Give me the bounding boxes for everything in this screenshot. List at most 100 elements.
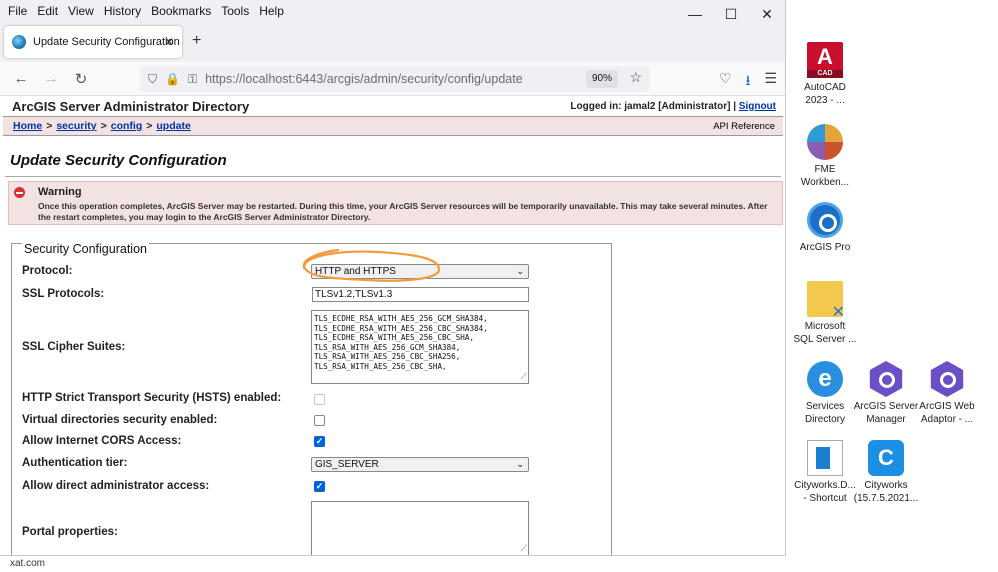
desktop-icon-label: Workben...: [800, 176, 850, 188]
menu-bar: File Edit View History Bookmarks Tools H…: [0, 0, 785, 22]
download-icon[interactable]: ⭳: [746, 70, 751, 94]
ssl-protocols-input[interactable]: TLSv1.2,TLSv1.3: [312, 287, 529, 302]
desktop-icon-label: AutoCAD: [804, 82, 846, 93]
app-menu-icon[interactable]: ☰: [764, 70, 777, 94]
breadcrumb-sep: >: [46, 120, 53, 132]
chevron-down-icon: ⌄: [516, 459, 524, 469]
desktop-icon-label: (15.7.5.2021...: [853, 492, 919, 504]
ssl-protocols-label: SSL Protocols:: [22, 288, 105, 300]
divider: [5, 176, 781, 177]
url-path: :6443/arcgis/admin/security/config/updat…: [291, 72, 523, 86]
warning-title: Warning: [38, 186, 82, 198]
page-title: Update Security Configuration: [10, 152, 227, 169]
page-content: ArcGIS Server Administrator Directory Lo…: [0, 96, 785, 555]
desktop-icon-label: Cityworks: [864, 480, 908, 491]
desktop-icon-cityworks[interactable]: C Cityworks (15.7.5.2021...: [850, 440, 922, 505]
logged-in-text: Logged in: jamal2 [Administrator] |: [570, 100, 736, 112]
site-title: ArcGIS Server Administrator Directory: [12, 98, 250, 114]
desktop-icon-label: SQL Server ...: [793, 333, 857, 345]
new-tab-icon[interactable]: +: [192, 32, 201, 50]
key-icon[interactable]: ⚿: [188, 72, 197, 87]
desktop-icon-fme[interactable]: FME Workben...: [789, 124, 861, 189]
chevron-down-icon: ⌄: [516, 266, 524, 276]
desktop-icon-autocad[interactable]: A CAD AutoCAD 2023 - ...: [789, 42, 861, 107]
desktop-icon-sql-server[interactable]: Microsoft SQL Server ...: [789, 281, 861, 346]
cipher-suites-textarea[interactable]: TLS_ECDHE_RSA_WITH_AES_256_GCM_SHA384, T…: [311, 310, 529, 384]
portal-props-textarea[interactable]: ⟋: [311, 501, 529, 555]
cityworks-shortcut-icon: [807, 440, 843, 476]
site-header: ArcGIS Server Administrator Directory Lo…: [0, 96, 785, 116]
auth-tier-select[interactable]: GIS_SERVER ⌄: [311, 457, 529, 472]
direct-admin-checkbox[interactable]: ✓: [314, 481, 325, 492]
breadcrumb-security[interactable]: security: [56, 120, 96, 132]
protocol-label: Protocol:: [22, 265, 73, 277]
url-scheme-host: https://localhost: [205, 72, 292, 86]
lock-icon[interactable]: 🔒: [165, 72, 180, 86]
forward-icon[interactable]: →: [36, 70, 66, 87]
cors-checkbox[interactable]: ✓: [314, 436, 325, 447]
breadcrumb-config[interactable]: config: [111, 120, 143, 132]
arcgis-pro-icon: [807, 202, 843, 238]
tab-strip: Update Security Configuration ✕ +: [0, 22, 785, 62]
menu-history[interactable]: History: [99, 4, 146, 18]
warning-icon: [14, 187, 25, 198]
zoom-level[interactable]: 90%: [585, 70, 618, 88]
arcgis-favicon-icon: [12, 35, 26, 49]
cipher-line: TLS_RSA_WITH_AES_256_CBC_SHA,: [314, 361, 447, 371]
menu-bookmarks[interactable]: Bookmarks: [146, 4, 216, 18]
desktop-icon-label: ArcGIS Web: [919, 401, 975, 412]
cipher-line: TLS_ECDHE_RSA_WITH_AES_256_CBC_SHA,: [314, 333, 475, 343]
status-bar-text: xat.com: [10, 558, 46, 569]
api-reference-link[interactable]: API Reference: [713, 121, 775, 132]
cors-label: Allow Internet CORS Access:: [22, 435, 182, 447]
desktop-icon-label: 2023 - ...: [805, 94, 845, 106]
browser-tab[interactable]: Update Security Configuration ✕: [4, 26, 182, 58]
portal-props-label: Portal properties:: [22, 526, 118, 538]
arcgis-server-icon: [869, 361, 903, 397]
toolbar-right: ♡ ⭳ ☰: [719, 70, 777, 94]
virtual-dirs-checkbox[interactable]: [314, 415, 325, 426]
desktop-icon-arcgis-web-adaptor[interactable]: ArcGIS Web Adaptor - ...: [911, 361, 983, 426]
auth-tier-value: GIS_SERVER: [315, 459, 379, 470]
sql-server-icon: [807, 281, 845, 319]
autocad-icon: A CAD: [807, 42, 843, 78]
resize-grip-icon[interactable]: ⟋: [521, 372, 527, 382]
address-bar[interactable]: ⛉ 🔒 ⚿ https://localhost :6443/arcgis/adm…: [140, 66, 650, 92]
tab-title: Update Security Configuration: [33, 36, 180, 48]
fieldset-legend: Security Configuration: [22, 242, 149, 256]
arcgis-web-adaptor-icon: [930, 361, 964, 397]
breadcrumb: Home > security > config > update API Referenc…: [3, 116, 783, 136]
menu-view[interactable]: View: [63, 4, 99, 18]
desktop-icon-label: ArcGIS Pro: [799, 242, 851, 253]
fme-icon: [807, 124, 843, 160]
protocol-select[interactable]: HTTP and HTTPS ⌄: [311, 264, 529, 279]
direct-admin-label: Allow direct administrator access:: [22, 480, 210, 492]
cipher-line: TLS_ECDHE_RSA_WITH_AES_256_CBC_SHA384,: [314, 323, 488, 333]
back-icon[interactable]: ←: [6, 70, 36, 87]
bookmark-star-icon[interactable]: ☆: [629, 69, 642, 86]
breadcrumb-update[interactable]: update: [156, 120, 190, 132]
reload-icon[interactable]: ↻: [66, 70, 96, 88]
breadcrumb-path: Home > security > config > update: [13, 120, 191, 132]
cipher-suites-label: SSL Cipher Suites:: [22, 341, 126, 353]
menu-help[interactable]: Help: [254, 4, 289, 18]
desktop-icon-arcgis-pro[interactable]: ArcGIS Pro: [789, 202, 861, 255]
navigation-bar: ← → ↻ ⛉ 🔒 ⚿ https://localhost :6443/arcg…: [0, 62, 785, 96]
login-status: Logged in: jamal2 [Administrator] | Sign…: [570, 101, 776, 112]
cityworks-icon: C: [868, 440, 904, 476]
warning-box: Warning Once this operation completes, A…: [8, 181, 783, 225]
pocket-icon[interactable]: ♡: [719, 70, 732, 94]
hsts-checkbox[interactable]: [314, 394, 325, 405]
breadcrumb-home[interactable]: Home: [13, 120, 42, 132]
desktop-icon-label: Microsoft: [804, 321, 846, 332]
cipher-line: TLS_ECDHE_RSA_WITH_AES_256_GCM_SHA384,: [314, 314, 488, 323]
resize-grip-icon[interactable]: ⟋: [521, 544, 527, 554]
internet-explorer-icon: e: [807, 361, 843, 397]
breadcrumb-sep: >: [146, 120, 153, 132]
shield-icon[interactable]: ⛉: [148, 72, 157, 87]
close-tab-icon[interactable]: ✕: [164, 35, 174, 49]
signout-link[interactable]: Signout: [739, 101, 776, 112]
menu-edit[interactable]: Edit: [32, 4, 63, 18]
menu-tools[interactable]: Tools: [216, 4, 254, 18]
menu-file[interactable]: File: [0, 4, 32, 18]
